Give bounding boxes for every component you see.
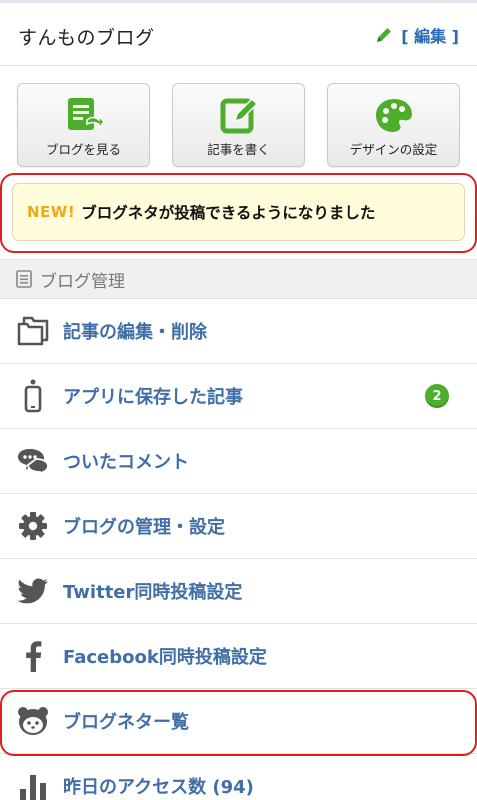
bar-chart-icon: [16, 769, 50, 800]
edit-label: [ 編集 ]: [401, 27, 459, 46]
twitter-icon: [16, 574, 50, 608]
menu-label: 記事の編集・削除: [63, 322, 207, 343]
app-header: すんものブログ [ 編集 ]: [0, 0, 477, 66]
menu-blog-settings[interactable]: ブログの管理・設定: [0, 494, 477, 559]
write-post-label: 記事を書く: [207, 142, 270, 157]
new-feature-banner[interactable]: NEW! ブログネタが投稿できるようになりました: [12, 183, 465, 241]
menu-label: ブログの管理・設定: [63, 517, 225, 538]
list-icon: [16, 270, 32, 288]
new-tag: NEW!: [27, 203, 76, 221]
phone-icon: [16, 379, 50, 413]
blog-title: すんものブログ: [18, 27, 155, 49]
menu-label: Facebook同時投稿設定: [63, 647, 267, 668]
section-title: ブログ管理: [40, 271, 125, 292]
comment-icon: [16, 444, 50, 478]
count-badge: 2: [425, 384, 449, 408]
write-post-icon: [220, 97, 258, 134]
view-blog-button[interactable]: ブログを見る: [17, 83, 150, 167]
design-settings-button[interactable]: デザインの設定: [327, 83, 460, 167]
menu-comments[interactable]: ついたコメント: [0, 429, 477, 494]
menu-edit-posts[interactable]: 記事の編集・削除: [0, 299, 477, 364]
menu-blog-neta-list[interactable]: ブログネター覧: [0, 689, 477, 754]
gear-icon: [16, 509, 50, 543]
palette-icon: [375, 99, 412, 132]
view-blog-icon: [67, 98, 105, 131]
menu-twitter-settings[interactable]: Twitter同時投稿設定: [0, 559, 477, 624]
menu-label: ついたコメント: [63, 452, 189, 473]
menu-label: ブログネター覧: [63, 712, 189, 733]
section-header: ブログ管理: [0, 259, 477, 299]
mascot-icon: [16, 704, 50, 738]
facebook-icon: [16, 639, 50, 673]
menu-label: アプリに保存した記事: [63, 387, 243, 408]
blog-menu: 記事の編集・削除 アプリに保存した記事 2 ついたコメント ブログの管理・設定 …: [0, 299, 477, 800]
folder-icon: [16, 314, 50, 348]
menu-facebook-settings[interactable]: Facebook同時投稿設定: [0, 624, 477, 689]
edit-button[interactable]: [ 編集 ]: [375, 23, 459, 47]
design-settings-label: デザインの設定: [349, 142, 438, 157]
view-blog-label: ブログを見る: [45, 142, 121, 157]
pencil-icon: [377, 28, 392, 42]
menu-yesterday-access[interactable]: 昨日のアクセス数 (94): [0, 754, 477, 800]
menu-label: Twitter同時投稿設定: [63, 582, 243, 603]
action-buttons: ブログを見る 記事を書く デザインの設定: [0, 66, 477, 172]
top-edge: [0, 0, 477, 3]
write-post-button[interactable]: 記事を書く: [172, 83, 305, 167]
menu-saved-posts[interactable]: アプリに保存した記事 2: [0, 364, 477, 429]
menu-label: 昨日のアクセス数 (94): [63, 777, 254, 798]
notice-highlight: NEW! ブログネタが投稿できるようになりました: [0, 173, 477, 253]
notice-text: ブログネタが投稿できるようになりました: [81, 204, 376, 222]
